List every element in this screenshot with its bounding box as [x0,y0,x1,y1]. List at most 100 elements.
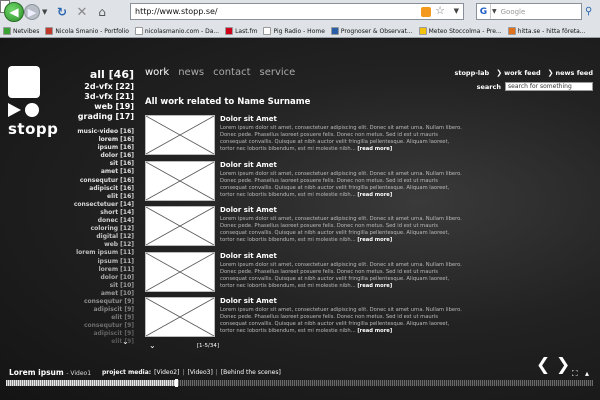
tag-link[interactable]: music-video [16] [74,128,134,136]
read-more-link[interactable]: [read more] [357,146,392,152]
tag-link[interactable]: adipiscit [9] [74,306,134,314]
url-text[interactable]: http://www.stopp.se/ [135,7,218,16]
tag-link[interactable]: coloring [12] [74,225,134,233]
tag-link[interactable]: amet [16] [74,168,134,176]
feed-icon: ❯ [547,69,554,77]
work-item-title[interactable]: Dolor sit Amet [220,206,463,215]
tags-scroll-down-icon[interactable]: ⌄ [122,337,129,346]
tag-link[interactable]: ipsum [11] [74,258,134,266]
tag-link[interactable]: consectetuer [14] [74,201,134,209]
nav-news[interactable]: news [178,67,204,78]
now-playing-name: Lorem ipsum [9,368,64,377]
tag-link[interactable]: digital [12] [74,233,134,241]
url-dropdown-icon[interactable]: ▼ [454,7,459,15]
tag-link[interactable]: amet [10] [74,290,134,298]
tag-link[interactable]: lorem [11] [74,266,134,274]
read-more-link[interactable]: [read more] [357,192,392,198]
logo-play-icon [8,103,21,117]
media-link[interactable]: [Video3] [187,369,212,376]
bookmark-item[interactable]: Pig Radio - Home [263,27,325,35]
search-go-icon[interactable]: ⚲ [585,6,592,17]
url-bar[interactable]: http://www.stopp.se/ ☆ ▼ [130,3,464,20]
progress-bar[interactable] [6,379,593,387]
rss-icon[interactable] [421,7,431,17]
bookmark-item[interactable]: Netvibes [3,27,39,35]
stopp-logo[interactable]: stopp [8,66,58,138]
tag-link[interactable]: elit [16] [74,193,134,201]
news-feed-label: news feed [555,69,593,77]
read-more-link[interactable]: [read more] [357,237,392,243]
tag-link[interactable]: consequtur [16] [74,177,134,185]
nav-service[interactable]: service [260,67,296,78]
bookmark-item[interactable]: Last.fm [225,27,257,35]
media-player-bar: Lorem ipsum - Video1 project media: [Vid… [0,365,600,400]
tag-link[interactable]: donec [14] [74,217,134,225]
history-dropdown-icon[interactable]: ▼ [42,8,47,16]
site-search: search search for something [477,82,593,91]
media-link[interactable]: [Video2] [154,369,179,376]
placeholder-image-icon[interactable] [145,206,215,246]
work-item-title[interactable]: Dolor sit Amet [220,161,463,170]
media-link[interactable]: [Behind the scenes] [221,369,281,376]
bookmark-favicon-icon [3,27,11,35]
work-item-text: Dolor sit Amet Lorem ipsum dolor sit amet… [220,297,463,335]
search-engine-dropdown-icon[interactable]: ▼ [492,8,497,15]
stop-icon[interactable]: ✕ [74,4,90,20]
tag-link[interactable]: lorem ipsum [11] [74,249,134,257]
tag-link[interactable]: short [14] [74,209,134,217]
bookmark-item[interactable]: Meteo Stoccolma - Pre... [418,27,502,35]
category-link[interactable]: all [46] [78,68,134,82]
placeholder-image-icon[interactable] [145,297,215,337]
home-icon[interactable]: ⌂ [94,4,110,20]
stopp-page: stopp all [46] 2d-vfx [22] 3d-vfx [21] web … [0,39,600,400]
bookmark-item[interactable]: Prognoser & Observat... [330,27,413,35]
tag-link[interactable]: lorem [16] [74,136,134,144]
tag-link[interactable]: web [12] [74,241,134,249]
site-search-input[interactable]: search for something [505,82,593,91]
forward-arrow-icon[interactable]: ▶ [24,4,40,20]
tag-link[interactable]: sit [10] [74,282,134,290]
list-scroll-down-icon[interactable]: ⌄ [149,341,156,350]
nav-work[interactable]: work [145,67,169,78]
work-feed-link[interactable]: ❯ work feed [496,69,540,77]
tag-link[interactable]: adipiscit [16] [74,185,134,193]
placeholder-image-icon[interactable] [145,251,215,292]
work-item: Dolor sit Amet Lorem ipsum dolor sit amet… [145,206,463,252]
work-item-text: Dolor sit Amet Lorem ipsum dolor sit amet… [220,115,463,153]
bookmark-item[interactable]: Nicola Smanio - Portfolio [45,27,129,35]
fullscreen-icon[interactable]: ⛶ [572,369,578,379]
read-more-link[interactable]: [read more] [357,328,392,334]
tag-link[interactable]: consequtur [9] [74,298,134,306]
work-item-title[interactable]: Dolor sit Amet [220,115,463,124]
back-arrow-icon[interactable]: ◀ [4,2,24,22]
placeholder-image-icon[interactable] [145,115,215,155]
bookmark-item[interactable]: nicolasmanio.com - Da... [134,27,219,35]
news-feed-link[interactable]: ❯ news feed [548,69,593,77]
browser-search-box[interactable]: G ▼ Google [476,3,582,20]
category-link[interactable]: 3d-vfx [21] [78,92,134,102]
category-link[interactable]: grading [17] [78,112,134,122]
tag-link[interactable]: ipsum [16] [74,144,134,152]
bookmark-favicon-icon [45,27,54,35]
placeholder-image-icon[interactable] [145,160,215,201]
tag-link[interactable]: sit [16] [74,160,134,168]
category-link[interactable]: 2d-vfx [22] [78,82,134,92]
bookmark-star-icon[interactable]: ☆ [435,4,445,17]
volume-icon[interactable]: ▴ [585,369,589,378]
tag-link[interactable]: dolor [10] [74,274,134,282]
bookmark-item[interactable]: hitta.se - hitta företa... [507,27,586,35]
nav-contact[interactable]: contact [213,67,250,78]
stopp-lab-link[interactable]: stopp-lab [454,69,489,77]
work-item-title[interactable]: Dolor sit Amet [220,297,463,306]
category-link[interactable]: web [19] [78,102,134,112]
reload-icon[interactable]: ↻ [54,4,70,20]
bookmark-favicon-icon [418,27,427,35]
browser-search-input[interactable]: Google [501,8,526,16]
work-item-title[interactable]: Dolor sit Amet [220,252,463,261]
tag-link[interactable]: elit [9] [74,314,134,322]
tag-link[interactable]: consequtur [9] [74,322,134,330]
read-more-link[interactable]: [read more] [357,283,392,289]
tag-link[interactable]: dolor [16] [74,152,134,160]
google-icon[interactable]: G [477,4,491,19]
progress-handle[interactable] [175,379,179,387]
